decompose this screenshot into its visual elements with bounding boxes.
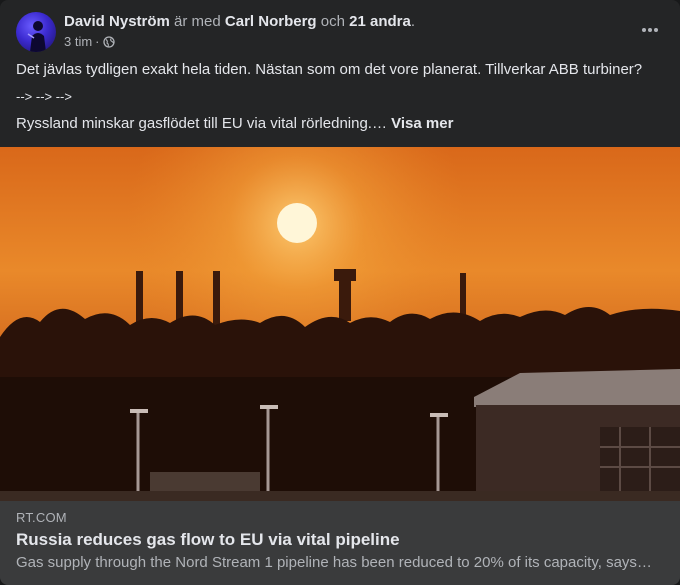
feed-post: David Nyström är med Carl Norberg och 21…	[0, 0, 680, 585]
others-link[interactable]: 21 andra	[349, 13, 411, 30]
link-description: Gas supply through the Nord Stream 1 pip…	[16, 554, 652, 571]
post-text-line-1: Det jävlas tydligen exakt hela tiden. Nä…	[16, 61, 643, 78]
period: .	[410, 13, 415, 30]
avatar-figure-icon	[27, 21, 46, 52]
meta-separator: ·	[95, 34, 100, 49]
link-title[interactable]: Russia reduces gas flow to EU via vital …	[16, 530, 400, 550]
author-line: David Nyström är med Carl Norberg och 21…	[64, 12, 415, 32]
with-text: är med	[174, 13, 221, 30]
globe-icon[interactable]	[102, 36, 115, 48]
post-text-line-3: Ryssland minskar gasflödet till EU via v…	[16, 114, 664, 134]
and-text: och	[320, 13, 345, 30]
post-header: David Nyström är med Carl Norberg och 21…	[16, 12, 664, 56]
more-horizontal-icon	[642, 28, 658, 32]
author-name[interactable]: David Nyström	[64, 13, 170, 30]
post-text-line-3-content: Ryssland minskar gasflödet till EU via v…	[16, 115, 387, 132]
post-text-line-2: --> --> -->	[16, 89, 72, 104]
link-domain: RT.COM	[16, 510, 67, 525]
see-more-link[interactable]: Visa mer	[391, 115, 453, 132]
link-preview[interactable]: RT.COM Russia reduces gas flow to EU via…	[0, 501, 680, 585]
tagged-name[interactable]: Carl Norberg	[225, 13, 317, 30]
post-meta: 3 tim ·	[64, 34, 115, 50]
sunset-plant-image	[0, 147, 680, 501]
more-options-button[interactable]	[636, 18, 664, 42]
post-time[interactable]: 3 tim	[64, 34, 92, 50]
link-preview-image[interactable]	[0, 147, 680, 501]
avatar[interactable]	[16, 12, 56, 52]
